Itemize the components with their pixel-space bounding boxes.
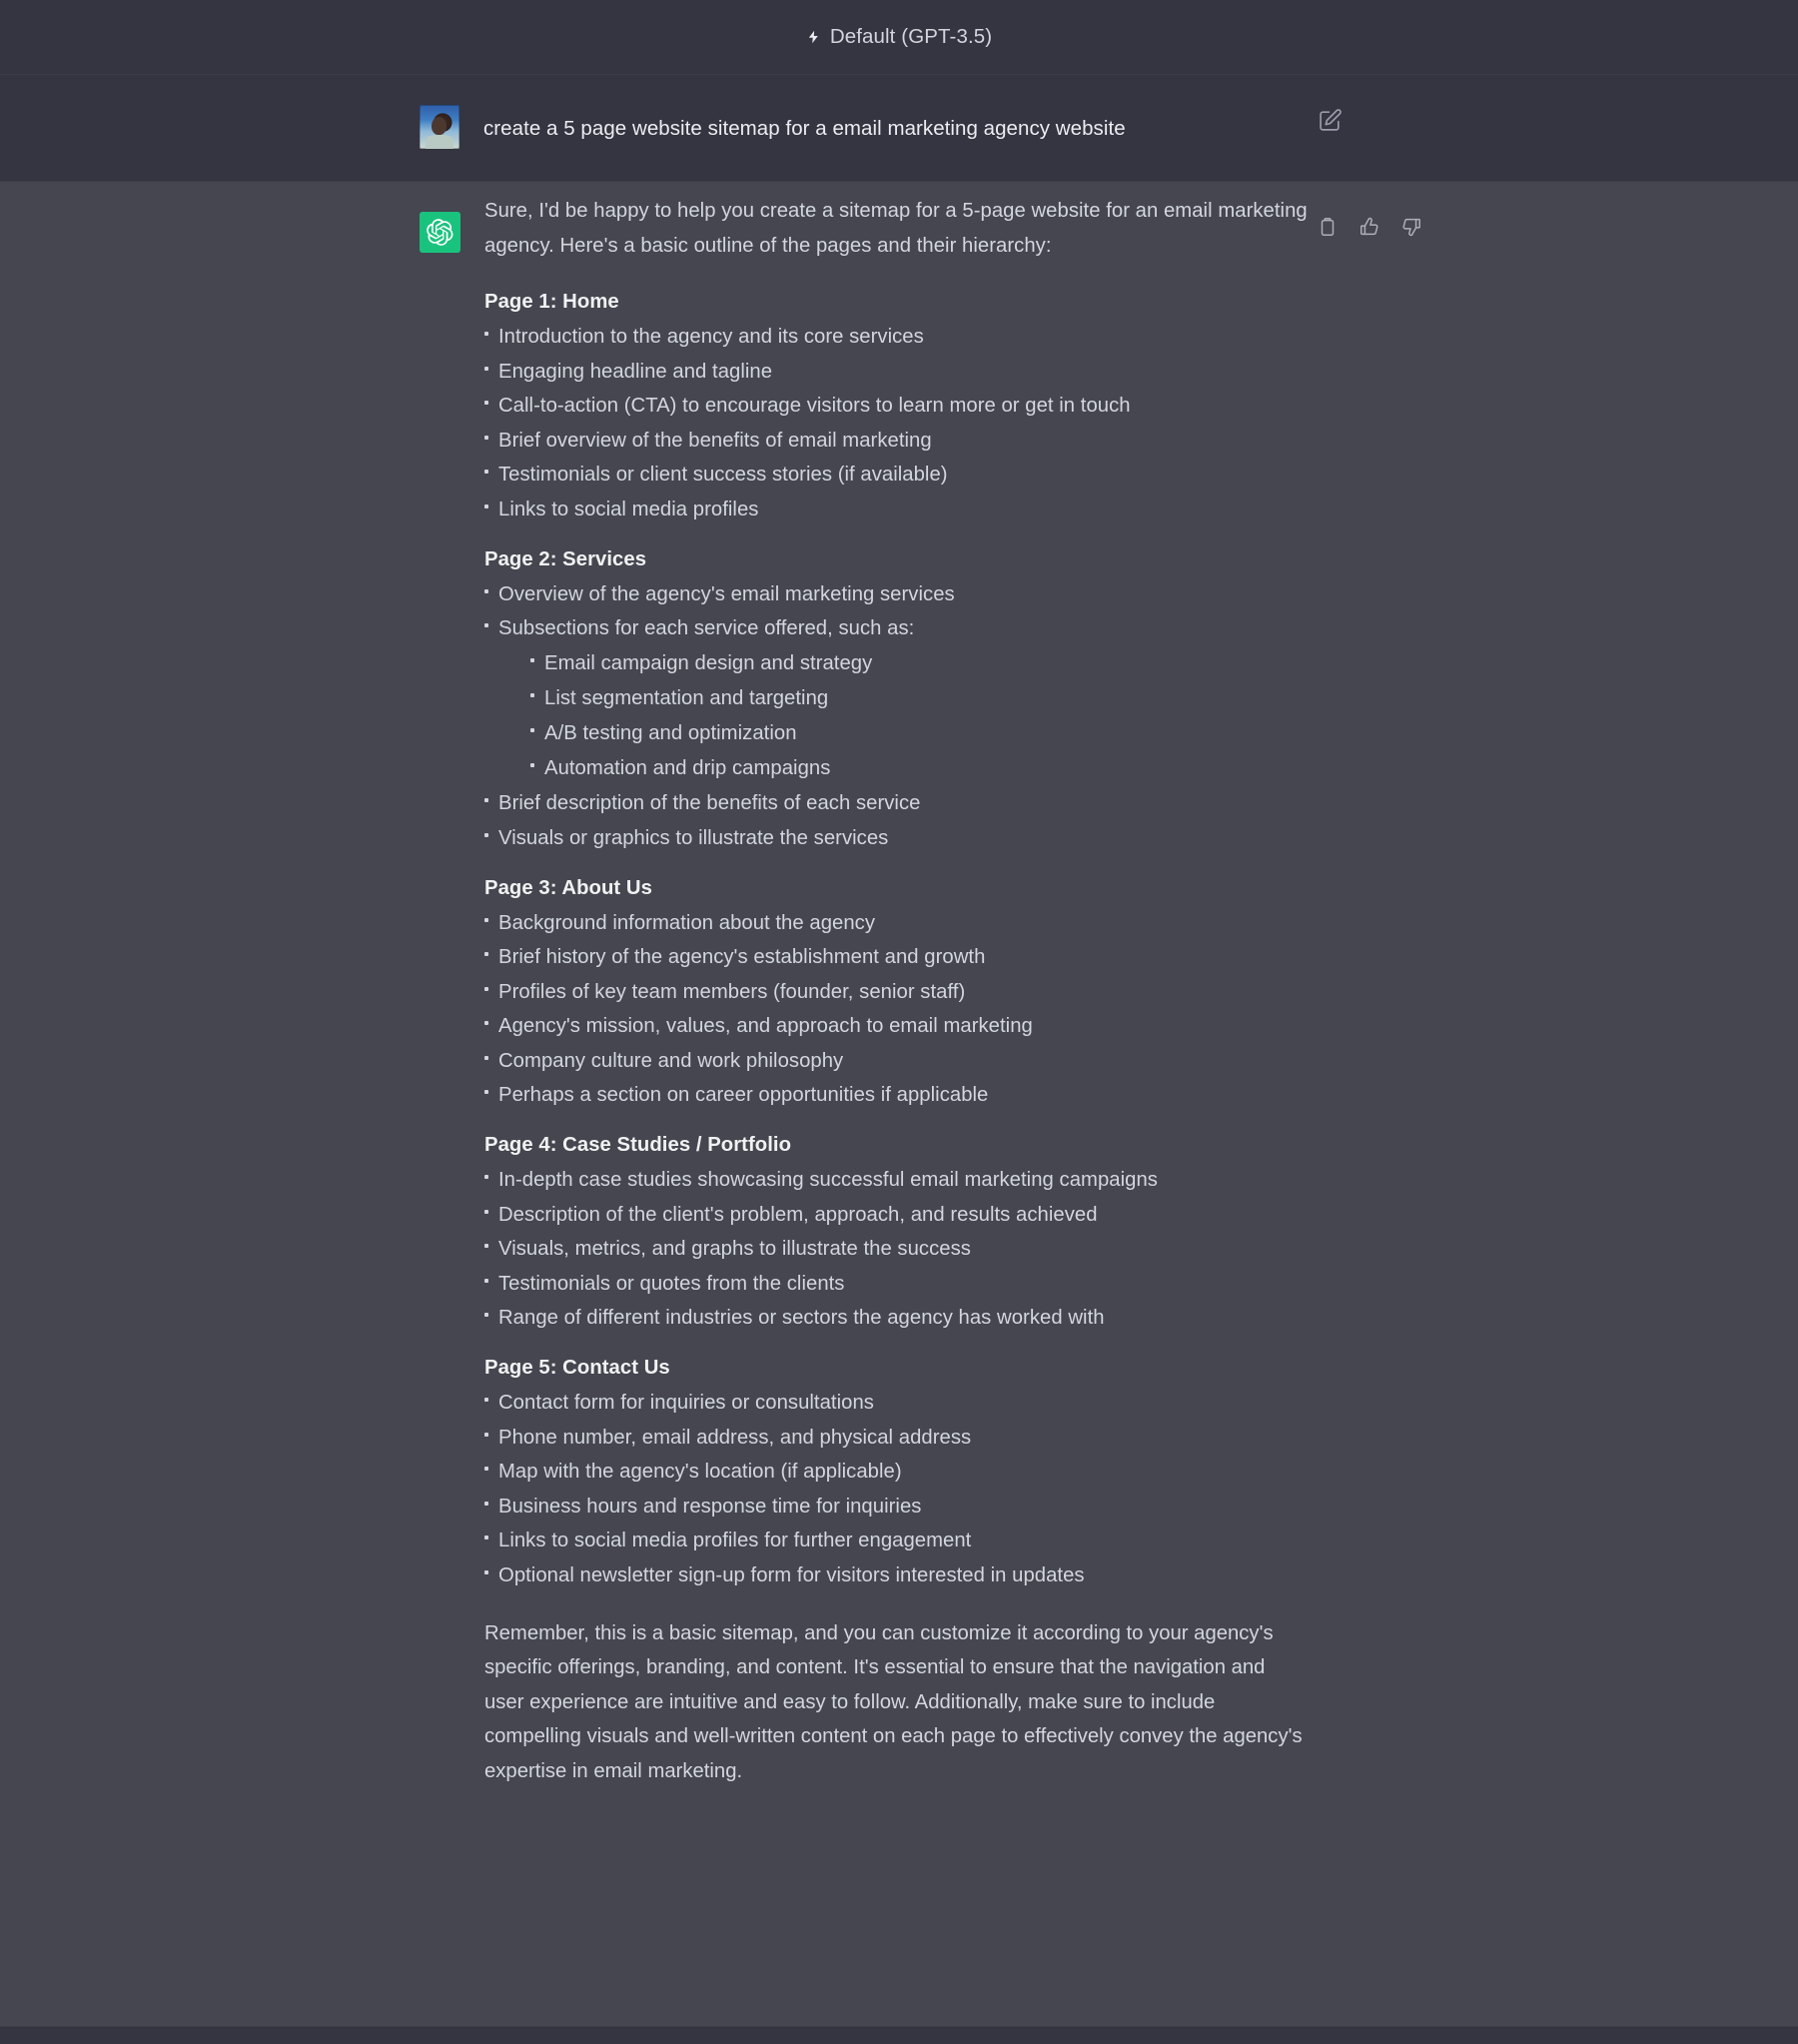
list-item: Overview of the agency's email marketing…: [484, 583, 1314, 605]
intro-paragraph: Sure, I'd be happy to help you create a …: [484, 200, 1308, 257]
section-page-1: Page 1: Home Introduction to the agency …: [484, 291, 1314, 520]
list-item: Testimonials or quotes from the clients: [484, 1273, 1314, 1295]
bullet-list: Contact form for inquiries or consultati…: [484, 1392, 1314, 1586]
list-item: Brief history of the agency's establishm…: [484, 946, 1314, 968]
list-item-text: Brief description of the benefits of eac…: [498, 792, 921, 814]
list-item: Testimonials or client success stories (…: [484, 464, 1314, 486]
list-item: Map with the agency's location (if appli…: [484, 1461, 1314, 1483]
list-item-text: Business hours and response time for inq…: [498, 1495, 922, 1518]
assistant-message-row: Sure, I'd be happy to help you create a …: [0, 182, 1798, 2026]
thumbs-down-icon[interactable]: [1400, 216, 1422, 238]
chat-conversation-page: Default (GPT-3.5) create a 5 page websit…: [0, 0, 1798, 2044]
list-item: Links to social media profiles for furth…: [484, 1530, 1314, 1551]
list-item: Range of different industries or sectors…: [484, 1307, 1314, 1329]
user-message-text: create a 5 page website sitemap for a em…: [483, 117, 1126, 140]
list-item-text: Visuals, metrics, and graphs to illustra…: [498, 1238, 971, 1260]
list-item: Profiles of key team members (founder, s…: [484, 981, 1314, 1003]
section-title: Page 2: Services: [484, 547, 647, 570]
list-item: In-depth case studies showcasing success…: [484, 1169, 1314, 1191]
list-item: Links to social media profiles: [484, 499, 1314, 520]
list-item: Call-to-action (CTA) to encourage visito…: [484, 395, 1314, 417]
list-item: Description of the client's problem, app…: [484, 1204, 1314, 1226]
edit-message-button[interactable]: [1318, 108, 1344, 134]
list-item: Perhaps a section on career opportunitie…: [484, 1084, 1314, 1106]
list-item-text: Background information about the agency: [498, 911, 876, 934]
copy-icon[interactable]: [1317, 216, 1339, 238]
sub-bullet-list: Email campaign design and strategy List …: [498, 652, 1314, 779]
list-item-text: Introduction to the agency and its core …: [498, 326, 924, 348]
list-item: Company culture and work philosophy: [484, 1050, 1314, 1072]
sub-list-item: List segmentation and targeting: [530, 687, 1314, 709]
list-item-text: Testimonials or client success stories (…: [498, 464, 948, 486]
sub-list-item: Automation and drip campaigns: [530, 757, 1314, 779]
list-item-text: Optional newsletter sign-up form for vis…: [498, 1563, 1085, 1586]
list-item: Background information about the agency: [484, 912, 1314, 934]
thumbs-up-icon[interactable]: [1358, 216, 1380, 238]
list-item: Optional newsletter sign-up form for vis…: [484, 1564, 1314, 1586]
user-avatar: [420, 105, 459, 149]
list-item: Business hours and response time for inq…: [484, 1496, 1314, 1518]
list-item: Visuals, metrics, and graphs to illustra…: [484, 1238, 1314, 1260]
list-item-text: In-depth case studies showcasing success…: [498, 1169, 1158, 1191]
list-item-text: Profiles of key team members (founder, s…: [498, 980, 966, 1003]
closing-paragraph: Remember, this is a basic sitemap, and y…: [484, 1621, 1303, 1782]
model-selector[interactable]: Default (GPT-3.5): [806, 25, 992, 49]
list-item: Introduction to the agency and its core …: [484, 326, 1314, 348]
list-item-text: Contact form for inquiries or consultati…: [498, 1392, 874, 1414]
list-item-text: Visuals or graphics to illustrate the se…: [498, 826, 889, 849]
list-item-text: Links to social media profiles: [498, 498, 759, 520]
section-page-5: Page 5: Contact Us Contact form for inqu…: [484, 1357, 1314, 1586]
chatgpt-logo-icon: [420, 212, 460, 253]
bullet-list: Background information about the agency …: [484, 912, 1314, 1106]
section-page-2: Page 2: Services Overview of the agency'…: [484, 548, 1314, 849]
user-message-row: create a 5 page website sitemap for a em…: [0, 75, 1798, 182]
bottom-strip: [0, 2026, 1798, 2044]
list-item-text: Agency's mission, values, and approach t…: [498, 1015, 1033, 1037]
model-name-label: Default (GPT-3.5): [829, 25, 993, 48]
list-item: Phone number, email address, and physica…: [484, 1427, 1314, 1449]
message-actions: [1317, 216, 1422, 238]
section-title: Page 4: Case Studies / Portfolio: [484, 1134, 792, 1156]
lightning-bolt-icon: [806, 27, 821, 48]
list-item-text: Links to social media profiles for furth…: [498, 1530, 972, 1551]
list-item: Subsections for each service offered, su…: [484, 617, 1314, 779]
section-title: Page 5: Contact Us: [484, 1357, 670, 1379]
section-title: Page 1: Home: [484, 291, 619, 313]
list-item-text: Phone number, email address, and physica…: [498, 1426, 972, 1449]
list-item-text: Engaging headline and tagline: [498, 360, 773, 383]
list-item: Brief description of the benefits of eac…: [484, 792, 1314, 814]
list-item-text: Description of the client's problem, app…: [498, 1203, 1098, 1226]
list-item-text: Range of different industries or sectors…: [498, 1307, 1105, 1329]
list-item: Brief overview of the benefits of email …: [484, 430, 1314, 452]
bullet-list: In-depth case studies showcasing success…: [484, 1169, 1314, 1329]
bullet-list: Overview of the agency's email marketing…: [484, 583, 1314, 849]
assistant-message-body: Sure, I'd be happy to help you create a …: [484, 194, 1314, 1808]
list-item-text: Map with the agency's location (if appli…: [498, 1461, 902, 1483]
list-item: Engaging headline and tagline: [484, 361, 1314, 383]
section-page-3: Page 3: About Us Background information …: [484, 876, 1314, 1106]
list-item-text: Company culture and work philosophy: [498, 1049, 844, 1072]
model-header-bar: Default (GPT-3.5): [0, 0, 1798, 75]
list-item-text: Brief history of the agency's establishm…: [498, 946, 986, 968]
list-item-text: Subsections for each service offered, su…: [498, 617, 915, 639]
list-item-text: Call-to-action (CTA) to encourage visito…: [498, 395, 1131, 417]
list-item-text: Testimonials or quotes from the clients: [498, 1272, 845, 1295]
list-item-text: Perhaps a section on career opportunitie…: [498, 1084, 989, 1106]
list-item: Visuals or graphics to illustrate the se…: [484, 827, 1314, 849]
bullet-list: Introduction to the agency and its core …: [484, 326, 1314, 520]
section-title: Page 3: About Us: [484, 876, 652, 899]
list-item-text: Brief overview of the benefits of email …: [498, 429, 932, 452]
sub-list-item: Email campaign design and strategy: [530, 652, 1314, 674]
list-item: Agency's mission, values, and approach t…: [484, 1015, 1314, 1037]
sub-list-item: A/B testing and optimization: [530, 722, 1314, 744]
section-page-4: Page 4: Case Studies / Portfolio In-dept…: [484, 1134, 1314, 1329]
list-item-text: Overview of the agency's email marketing…: [498, 582, 955, 605]
list-item: Contact form for inquiries or consultati…: [484, 1392, 1314, 1414]
